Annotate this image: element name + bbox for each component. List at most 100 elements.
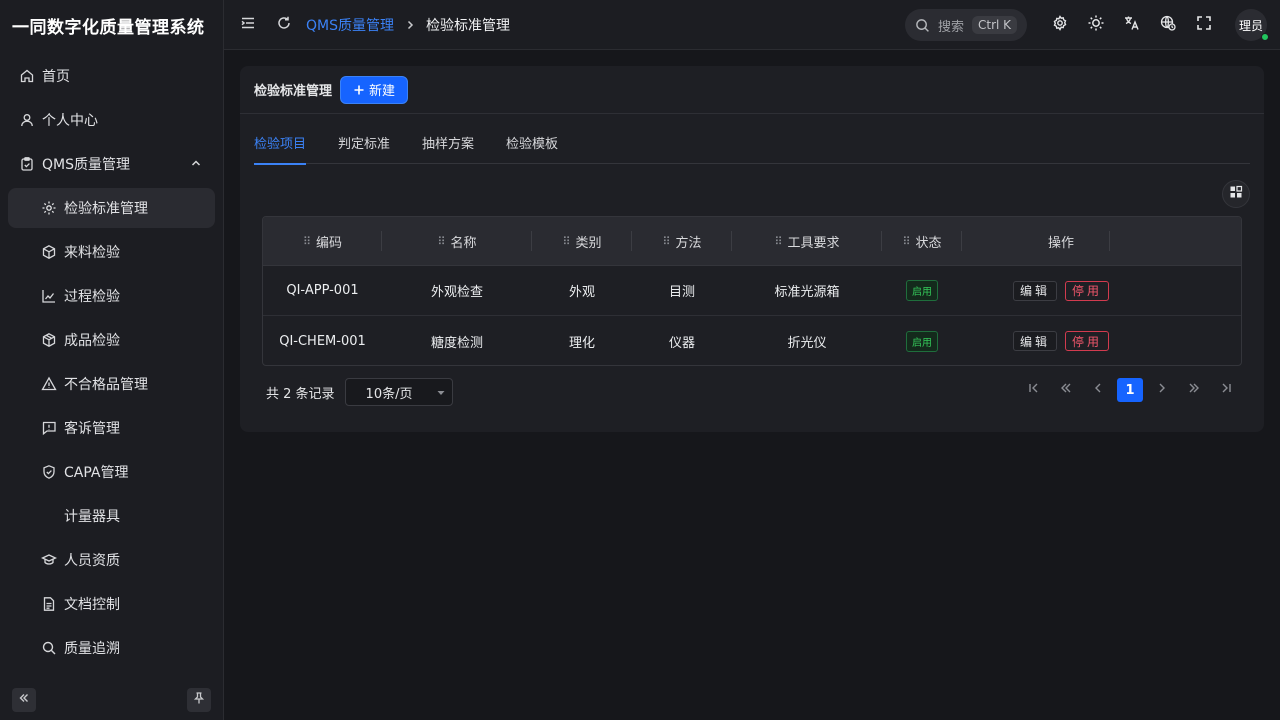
drag-handle-icon[interactable]: ⠿ (774, 235, 782, 248)
tab-inspection-template[interactable]: 检验模板 (506, 134, 558, 164)
tab-inspection-items[interactable]: 检验项目 (254, 134, 307, 165)
collapse-sidebar-button[interactable] (12, 688, 36, 712)
edit-button[interactable]: 编辑 (1012, 331, 1057, 351)
last-page-button[interactable] (1210, 378, 1242, 402)
search-icon (915, 18, 930, 33)
drag-handle-icon[interactable]: ⠿ (662, 235, 670, 248)
breadcrumb: QMS质量管理 检验标准管理 (306, 15, 510, 35)
drag-handle-icon[interactable]: ⠿ (437, 235, 445, 248)
first-page-icon (1027, 381, 1041, 399)
next-page-button[interactable] (1146, 378, 1178, 402)
edit-button[interactable]: 编辑 (1012, 280, 1057, 301)
sidebar-item-label: CAPA管理 (64, 465, 129, 481)
sidebar-item-label: 检验标准管理 (64, 201, 148, 217)
disable-button[interactable]: 停用 (1065, 280, 1110, 301)
main-card: 检验标准管理 新建 检验项目 判定标准 抽样方案 检验模板 ⠿ 编码 ⠿ 名称 ⠿ 类… (240, 66, 1264, 432)
disable-button[interactable]: 停用 (1065, 331, 1110, 351)
message-alert-icon (40, 419, 58, 437)
column-header-category[interactable]: ⠿ 类别 (532, 217, 632, 266)
search-placeholder: 搜索 (938, 19, 965, 35)
column-header-code[interactable]: ⠿ 编码 (263, 217, 382, 266)
double-chevron-right-icon (1187, 381, 1201, 399)
theme-toggle-button[interactable] (1078, 7, 1114, 43)
sidebar-item-label: 个人中心 (42, 113, 98, 129)
status-badge: 启用 (906, 330, 938, 352)
sidebar-item-process-inspection[interactable]: 过程检验 (8, 276, 215, 316)
sidebar-item-inspection-standards[interactable]: 检验标准管理 (8, 188, 215, 228)
sun-icon (1087, 14, 1105, 36)
caret-down-icon (436, 387, 446, 402)
timezone-button[interactable] (1150, 7, 1186, 43)
breadcrumb-parent[interactable]: QMS质量管理 (306, 15, 394, 35)
column-settings-button[interactable] (1222, 180, 1250, 208)
column-header-name[interactable]: ⠿ 名称 (382, 217, 532, 266)
avatar[interactable]: 理员 (1235, 9, 1269, 41)
box-icon (40, 243, 58, 261)
card-header: 检验标准管理 新建 (240, 66, 1264, 114)
column-header-tool[interactable]: ⠿ 工具要求 (732, 217, 882, 266)
sidebar-item-label: 人员资质 (64, 553, 120, 569)
sidebar-item-label: 来料检验 (64, 245, 120, 261)
drag-handle-icon[interactable]: ⠿ (902, 235, 910, 248)
sidebar-item-qualification[interactable]: 人员资质 (8, 540, 215, 580)
sidebar-item-label: 成品检验 (64, 333, 120, 349)
page-number-current[interactable]: 1 (1117, 378, 1143, 402)
new-button[interactable]: 新建 (340, 75, 409, 104)
grid-icon (1229, 185, 1243, 203)
cell-method: 目测 (668, 285, 695, 300)
prev-page-button[interactable] (1082, 378, 1114, 402)
sidebar-item-documents[interactable]: 文档控制 (8, 584, 215, 624)
cell-name: 外观检查 (430, 285, 483, 300)
sidebar-item-label: 不合格品管理 (64, 377, 148, 393)
translate-icon (1123, 14, 1141, 36)
sidebar-item-label: 客诉管理 (64, 421, 120, 437)
gear-icon (1052, 15, 1068, 35)
gear-icon (40, 199, 58, 217)
tab-sampling-plan[interactable]: 抽样方案 (422, 134, 474, 164)
sidebar-item-nonconforming[interactable]: 不合格品管理 (8, 364, 215, 404)
breadcrumb-current: 检验标准管理 (426, 17, 510, 34)
sidebar-item-metering[interactable]: 计量器具 (8, 496, 215, 536)
sidebar-item-home[interactable]: 首页 (8, 56, 215, 96)
last-page-icon (1219, 381, 1233, 399)
column-header-status[interactable]: ⠿ 状态 (882, 217, 962, 266)
sidebar-item-product-inspection[interactable]: 成品检验 (8, 320, 215, 360)
sidebar-item-incoming-inspection[interactable]: 来料检验 (8, 232, 215, 272)
sidebar-item-label: 质量追溯 (64, 641, 120, 657)
search-shortcut-badge: Ctrl K (972, 16, 1018, 34)
top-header: QMS质量管理 检验标准管理 搜索 Ctrl K 理员 (224, 0, 1280, 50)
pin-sidebar-button[interactable] (187, 688, 211, 712)
global-search[interactable]: 搜索 Ctrl K (905, 9, 1027, 41)
shield-icon (40, 463, 58, 481)
drag-handle-icon[interactable]: ⠿ (562, 235, 570, 248)
drag-handle-icon[interactable]: ⠿ (303, 235, 311, 248)
online-status-dot (1261, 33, 1269, 41)
sidebar-item-traceability[interactable]: 质量追溯 (8, 628, 215, 668)
sidebar-item-label: 计量器具 (64, 509, 120, 525)
language-button[interactable] (1114, 7, 1150, 43)
sidebar-item-complaints[interactable]: 客诉管理 (8, 408, 215, 448)
sidebar-item-capa[interactable]: CAPA管理 (8, 452, 215, 492)
prev-group-button[interactable] (1050, 378, 1082, 402)
cell-status: 启用 (882, 266, 962, 316)
column-header-actions: 操作 (962, 217, 1110, 266)
chart-icon (40, 287, 58, 305)
sidebar-item-label: 过程检验 (64, 289, 120, 305)
next-group-button[interactable] (1178, 378, 1210, 402)
sidebar-item-profile[interactable]: 个人中心 (8, 100, 215, 140)
refresh-button[interactable] (266, 7, 302, 43)
menu-icon (240, 15, 256, 35)
tab-criteria[interactable]: 判定标准 (338, 134, 390, 164)
first-page-button[interactable] (1018, 378, 1050, 402)
page-size-select[interactable]: 10条/页 (344, 378, 453, 406)
cell-tool: 折光仪 (787, 335, 827, 351)
fullscreen-button[interactable] (1186, 7, 1222, 43)
settings-button[interactable] (1042, 7, 1078, 43)
double-chevron-left-icon (17, 691, 31, 709)
app-title: 一同数字化质量管理系统 (12, 17, 205, 38)
cell-code: QI-APP-001 (286, 283, 359, 298)
column-header-method[interactable]: ⠿ 方法 (632, 217, 732, 266)
sidebar-item-label: 首页 (42, 69, 70, 85)
sidebar-item-qms[interactable]: QMS质量管理 (8, 144, 215, 184)
menu-toggle-button[interactable] (230, 7, 266, 43)
